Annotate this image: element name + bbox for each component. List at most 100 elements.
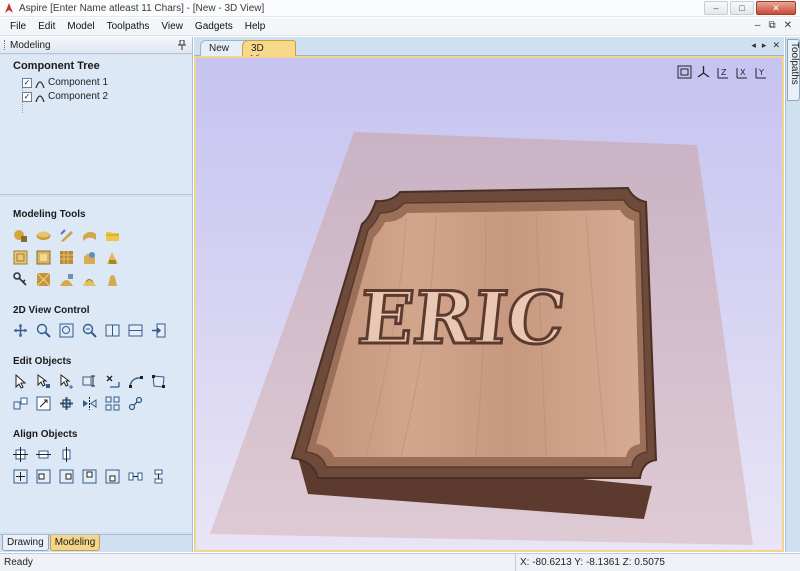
align-vertical-center-icon[interactable] [58,446,75,463]
tree-item-label: Component 2 [48,91,109,102]
view-control-2d-title: 2D View Control [13,305,90,316]
iso-view-icon[interactable] [695,64,711,79]
menu-toolpaths[interactable]: Toolpaths [101,21,156,32]
create-shape-icon[interactable] [12,227,29,244]
tree-item-label: Component 1 [48,77,109,88]
tab-3d-view[interactable]: 3D View [242,40,296,65]
aspire-logo-icon [5,3,13,13]
texture-icon[interactable] [58,249,75,266]
mdi-minimize-button[interactable]: – [755,20,761,31]
tab-modeling[interactable]: Modeling [49,535,101,551]
view-x-icon[interactable]: X [733,64,749,79]
split-view-icon[interactable] [104,322,121,339]
tab-toolpaths[interactable]: Toolpaths [787,39,800,101]
menu-help[interactable]: Help [239,21,272,32]
sweep-icon[interactable] [81,227,98,244]
fade-icon[interactable] [12,249,29,266]
document-tab-bar: New 3D View ◂ ▸ ✕ [194,37,784,65]
mold-icon[interactable] [104,249,121,266]
mdi-restore-button[interactable]: ⧉ [768,20,775,31]
component-icon [35,80,45,88]
toolpaths-strip: Toolpaths [785,37,800,552]
panel-grip[interactable] [4,40,6,50]
menu-model[interactable]: Model [61,21,100,32]
nest-icon[interactable] [127,395,144,412]
position-size-icon[interactable] [81,373,98,390]
pan-icon[interactable] [12,322,29,339]
mirror-flip-icon[interactable] [81,395,98,412]
3d-viewport[interactable]: ERIC Z X Y [196,58,782,550]
distort-edit-icon[interactable] [150,373,167,390]
menu-view[interactable]: View [155,21,189,32]
zoom-icon[interactable] [35,322,52,339]
align-objects-row-2 [12,468,167,485]
zoom-extents-2d-icon[interactable] [58,322,75,339]
dome-icon[interactable] [81,271,98,288]
viewport-frame: ERIC Z X Y [194,56,784,552]
layout-view-icon[interactable] [127,322,144,339]
node-edit-icon[interactable] [35,373,52,390]
tab-prev-icon[interactable]: ◂ [751,40,756,51]
maximize-button[interactable]: □ [730,1,754,15]
tab-close-icon[interactable]: ✕ [772,40,780,51]
zoom-extents-icon[interactable] [676,64,692,79]
import-view-icon[interactable] [150,322,167,339]
component-lock-icon[interactable] [58,271,75,288]
align-left-icon[interactable] [35,468,52,485]
texture-area-icon[interactable] [35,271,52,288]
tab-next-icon[interactable]: ▸ [762,40,767,51]
align-right-icon[interactable] [58,468,75,485]
menu-edit[interactable]: Edit [32,21,61,32]
array-copy-icon[interactable] [104,395,121,412]
extrude-icon[interactable] [35,227,52,244]
align-page-center-icon[interactable] [12,468,29,485]
key-icon[interactable] [12,271,29,288]
scale-icon[interactable] [104,373,121,390]
pin-icon[interactable] [178,40,186,50]
view-z-icon[interactable]: Z [714,64,730,79]
distort-icon[interactable] [81,249,98,266]
align-objects-row-1 [12,446,75,463]
space-vertical-icon[interactable] [150,468,167,485]
mirror-icon[interactable] [12,395,29,412]
menu-file[interactable]: File [0,21,32,32]
component-1-checkbox[interactable]: ✓ [22,77,32,88]
close-button[interactable]: ✕ [756,1,796,15]
status-bar: Ready X: -80.6213 Y: -8.1361 Z: 0.5075 [0,553,800,571]
title-bar: Aspire [Enter Name atleast 11 Chars] - [… [0,0,800,17]
select-icon[interactable] [12,373,29,390]
edit-objects-row-2 [12,395,144,412]
cursor-coordinates: X: -80.6213 Y: -8.1361 Z: 0.5075 [515,554,665,571]
mdi-close-button[interactable]: ✕ [784,20,792,31]
tree-item-component-2[interactable]: ✓ Component 2 [22,91,108,102]
modeling-tools-row-2 [12,249,121,266]
component-2-checkbox[interactable]: ✓ [22,91,32,102]
svg-text:Z: Z [721,68,727,77]
resize-icon[interactable] [35,395,52,412]
weld-icon[interactable] [58,395,75,412]
menu-bar: File Edit Model Toolpaths View Gadgets H… [0,18,800,36]
flatten-icon[interactable] [35,249,52,266]
open-folder-icon[interactable] [104,227,121,244]
align-center-icon[interactable] [12,446,29,463]
rotate-icon[interactable] [127,373,144,390]
align-top-icon[interactable] [81,468,98,485]
minimize-button[interactable]: – [704,1,728,15]
tools-section: Modeling Tools 2D View Control Edit Obje… [0,197,192,532]
modeling-tools-row-1 [12,227,121,244]
menu-gadgets[interactable]: Gadgets [189,21,239,32]
edit-objects-title: Edit Objects [13,356,72,367]
tree-item-component-1[interactable]: ✓ Component 1 [22,77,108,88]
sculpt-icon[interactable] [58,227,75,244]
align-horizontal-center-icon[interactable] [35,446,52,463]
component-icon [35,94,45,102]
view-y-icon[interactable]: Y [752,64,768,79]
edit-objects-row-1 [12,373,167,390]
tab-drawing[interactable]: Drawing [2,535,49,551]
space-horizontal-icon[interactable] [127,468,144,485]
zoom-out-icon[interactable] [81,322,98,339]
transform-icon[interactable] [58,373,75,390]
align-bottom-icon[interactable] [104,468,121,485]
bell-shape-icon[interactable] [104,271,121,288]
3d-scene[interactable]: ERIC [196,58,782,550]
